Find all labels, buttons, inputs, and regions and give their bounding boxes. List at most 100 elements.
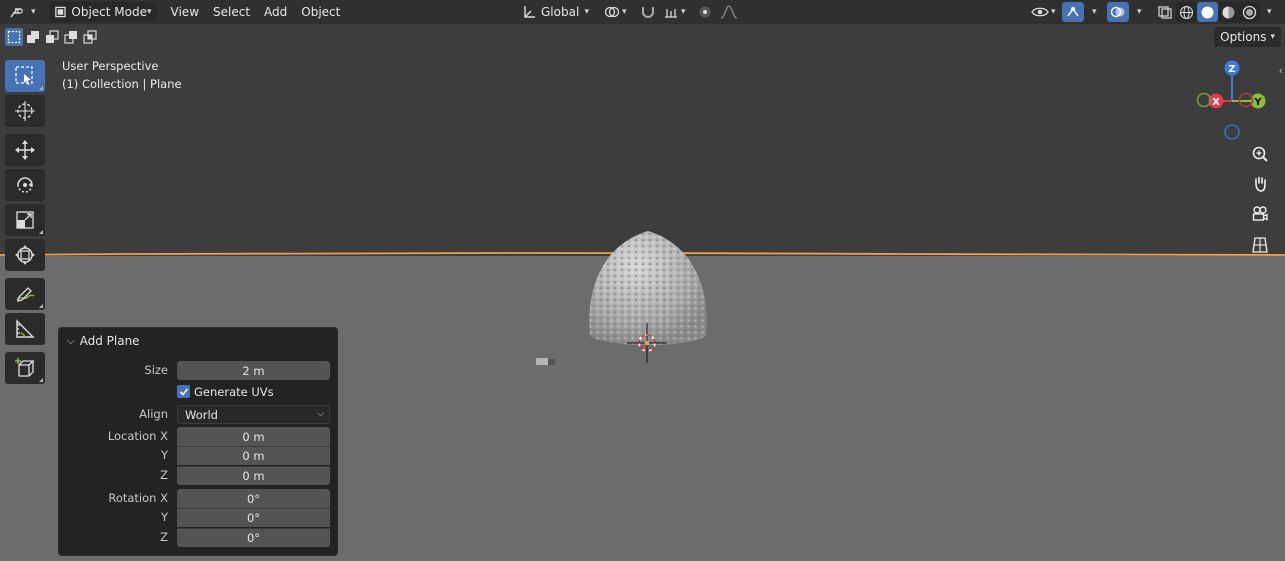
viewport-header: ▾ Object Mode ▾ View Select Add Object G… xyxy=(0,0,1285,24)
wireframe-sphere-icon xyxy=(1179,5,1194,19)
falloff-dropdown[interactable] xyxy=(715,2,747,22)
solid-sphere-icon xyxy=(1201,6,1214,18)
select-new-icon xyxy=(7,30,21,44)
shading-dropdown[interactable]: ▾ xyxy=(1258,2,1277,22)
chevron-down-icon: ▾ xyxy=(1137,7,1142,17)
3d-cursor-icon xyxy=(627,323,667,363)
tool-transform[interactable] xyxy=(5,239,45,271)
pan-button[interactable] xyxy=(1247,171,1273,197)
gizmo-y-label: Y xyxy=(1253,97,1262,108)
editor-type-button[interactable]: ▾ xyxy=(4,2,41,22)
location-y-label: Y xyxy=(160,448,168,462)
orientation-dropdown[interactable]: Global ▾ xyxy=(517,2,594,22)
generate-uvs-label: Generate UVs xyxy=(194,385,274,399)
menu-view[interactable]: View xyxy=(164,2,206,22)
tool-shelf xyxy=(5,60,45,387)
shading-solid-button[interactable] xyxy=(1197,2,1218,22)
selection-mode-buttons xyxy=(5,28,99,46)
rotation-z-field[interactable]: 0° xyxy=(177,528,330,547)
zoom-button[interactable] xyxy=(1247,141,1273,167)
location-z-field[interactable]: 0 m xyxy=(177,466,330,485)
gizmo-x-label: X xyxy=(1212,97,1220,108)
size-field[interactable]: 2 m xyxy=(177,361,330,380)
perspective-toggle-button[interactable] xyxy=(1247,232,1273,258)
tool-scale[interactable] xyxy=(5,204,45,236)
tool-cursor[interactable] xyxy=(5,95,45,127)
collection-info-label: (1) Collection | Plane xyxy=(62,77,182,91)
tool-select-box[interactable] xyxy=(5,60,45,92)
visibility-dropdown[interactable]: ▾ xyxy=(1026,2,1061,22)
object-mode-icon xyxy=(54,6,66,18)
camera-view-button[interactable] xyxy=(1247,201,1273,227)
generate-uvs-checkbox[interactable] xyxy=(177,385,190,398)
add-plane-panel: ⌵ Add Plane Size 2 m Generate UVs Align … xyxy=(58,327,338,556)
pivot-icon xyxy=(604,6,620,18)
tool-move[interactable] xyxy=(5,134,45,166)
rotation-x-label: Rotation X xyxy=(108,491,168,505)
select-invert-button[interactable] xyxy=(62,28,80,46)
select-intersect-button[interactable] xyxy=(81,28,99,46)
location-x-label: Location X xyxy=(107,429,168,443)
xray-toggle[interactable] xyxy=(1152,2,1178,22)
tool-annotate[interactable] xyxy=(5,278,45,310)
rotation-z-label: Z xyxy=(160,530,168,544)
rotation-x-row: Rotation X 0° xyxy=(59,489,339,508)
menu-add[interactable]: Add xyxy=(257,2,294,22)
tool-options-corner xyxy=(39,378,43,382)
snap-increment-icon xyxy=(665,9,677,18)
mode-dropdown[interactable]: Object Mode ▾ xyxy=(48,2,157,22)
location-y-row: Y 0 m xyxy=(59,446,339,465)
location-z-label: Z xyxy=(160,468,168,482)
tool-options-corner xyxy=(39,86,43,90)
tool-measure[interactable] xyxy=(5,313,45,345)
rotate-icon xyxy=(17,177,33,193)
zoom-icon xyxy=(1252,146,1268,162)
menu-object[interactable]: Object xyxy=(294,2,347,22)
sidebar-expand-arrow[interactable]: ‹ xyxy=(1279,64,1283,77)
location-y-field[interactable]: 0 m xyxy=(177,446,330,465)
scale-icon xyxy=(16,211,34,229)
shading-rendered-button[interactable] xyxy=(1239,2,1260,22)
tool-add-cube[interactable] xyxy=(5,352,45,384)
proportional-edit-icon xyxy=(699,6,711,18)
snap-target-dropdown[interactable]: ▾ xyxy=(658,2,691,22)
shading-material-button[interactable] xyxy=(1218,2,1239,22)
chevron-down-icon: ▾ xyxy=(1270,32,1275,42)
size-row: Size 2 m xyxy=(59,361,339,380)
select-extend-button[interactable] xyxy=(24,28,42,46)
tool-rotate[interactable] xyxy=(5,169,45,201)
small-object xyxy=(536,358,555,365)
overlays-dropdown[interactable]: ▾ xyxy=(1128,2,1147,22)
select-subtract-button[interactable] xyxy=(43,28,61,46)
transform-icon xyxy=(15,245,35,265)
location-x-field[interactable]: 0 m xyxy=(177,427,330,446)
header-menus: View Select Add Object xyxy=(164,2,348,22)
location-z-row: Z 0 m xyxy=(59,466,339,485)
chevron-down-icon: ⌵ xyxy=(67,335,75,347)
chevron-down-icon: ▾ xyxy=(1092,7,1097,17)
overlays-toggle[interactable] xyxy=(1107,2,1129,22)
gizmo-dropdown[interactable]: ▾ xyxy=(1083,2,1102,22)
options-dropdown[interactable]: Options ▾ xyxy=(1214,27,1281,47)
align-label: Align xyxy=(139,407,168,421)
hand-icon xyxy=(1255,176,1266,192)
gizmo-icon xyxy=(1067,7,1079,17)
gizmo-z-label: Z xyxy=(1228,64,1235,75)
options-label: Options xyxy=(1220,30,1267,44)
select-subtract-icon xyxy=(46,30,59,43)
move-icon xyxy=(15,140,35,160)
rotation-x-field[interactable]: 0° xyxy=(177,489,330,508)
cursor-icon xyxy=(15,101,35,121)
overlays-icon xyxy=(1110,6,1125,18)
pivot-point-dropdown[interactable]: ▾ xyxy=(599,2,632,22)
navigation-gizmo[interactable]: Z X Y xyxy=(1194,58,1274,148)
gizmo-toggle[interactable] xyxy=(1062,2,1084,22)
align-dropdown[interactable]: World ⌵ xyxy=(177,405,330,424)
menu-select[interactable]: Select xyxy=(206,2,257,22)
panel-header[interactable]: ⌵ Add Plane xyxy=(67,334,140,348)
rotation-y-field[interactable]: 0° xyxy=(177,508,330,527)
3d-viewport[interactable]: User Perspective (1) Collection | Plane … xyxy=(0,24,1285,561)
xray-icon xyxy=(1158,6,1172,19)
shading-wireframe-button[interactable] xyxy=(1176,2,1197,22)
select-new-button[interactable] xyxy=(5,28,23,46)
